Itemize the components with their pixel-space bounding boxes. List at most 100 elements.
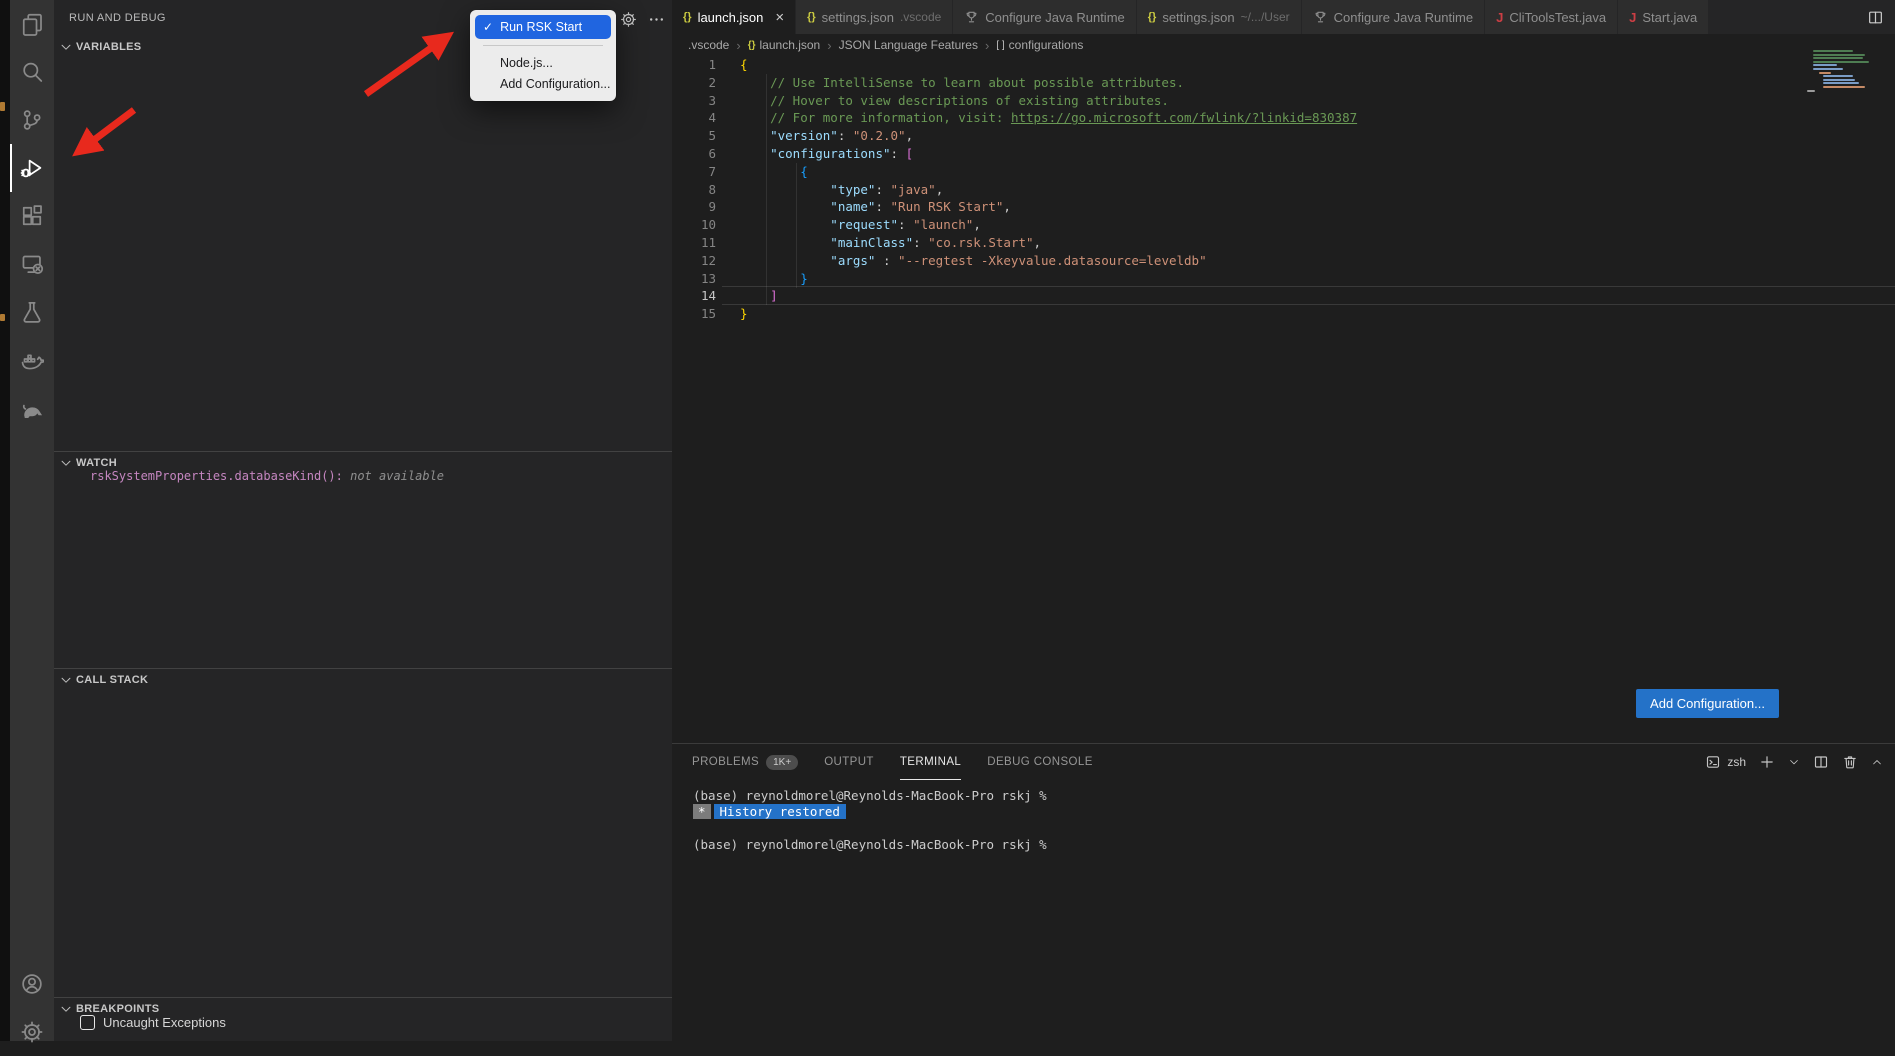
run-and-debug-sidebar: RUN AND DEBUG VARIABLES WATCH rskSystemP…: [54, 0, 672, 1041]
line-number: 6: [672, 145, 716, 163]
minimap-line: [1823, 75, 1853, 77]
panel-tab-debug-console[interactable]: DEBUG CONSOLE: [987, 744, 1093, 780]
maximize-panel-icon[interactable]: [1871, 756, 1883, 768]
terminal-star-badge: *: [693, 804, 711, 819]
breadcrumb: .vscode›{}launch.json›JSON Language Feat…: [672, 34, 1895, 56]
line-content: "type": "java",: [740, 181, 943, 199]
background-mark: [0, 102, 5, 111]
editor-tab-settings-json[interactable]: {}settings.json.vscode: [796, 0, 953, 34]
breadcrumb-item-launch-json[interactable]: {}launch.json: [748, 38, 821, 52]
editor-tab-clitoolstest-java[interactable]: JCliToolsTest.java: [1485, 0, 1618, 34]
editor-tab-configure-java-runtime[interactable]: Configure Java Runtime: [1302, 0, 1485, 34]
tab-label: Configure Java Runtime: [1334, 10, 1473, 25]
code-line-14: 14 ]: [672, 287, 1895, 305]
code-line-4: 4 // For more information, visit: https:…: [672, 109, 1895, 127]
editor-group: {}launch.json×{}settings.json.vscodeConf…: [672, 0, 1895, 743]
code-line-1: 1{: [672, 56, 1895, 74]
watch-value: not available: [350, 469, 444, 483]
json-file-icon: {}: [748, 40, 756, 51]
line-number: 5: [672, 127, 716, 145]
close-icon[interactable]: ×: [775, 10, 784, 25]
chevron-down-icon: [59, 456, 73, 470]
editor-tab-launch-json[interactable]: {}launch.json×: [672, 0, 796, 34]
gear-icon[interactable]: [620, 11, 637, 28]
editor-tab-configure-java-runtime[interactable]: Configure Java Runtime: [953, 0, 1136, 34]
breakpoint-row: Uncaught Exceptions: [80, 1015, 226, 1030]
panel-tab-bar: PROBLEMS 1K+ OUTPUT TERMINAL DEBUG CONSOLE: [692, 744, 1093, 780]
code-line-8: 8 "type": "java",: [672, 181, 1895, 199]
panel-tab-problems[interactable]: PROBLEMS 1K+: [692, 744, 798, 780]
code-line-15: 15}: [672, 305, 1895, 323]
problems-count-badge: 1K+: [766, 755, 798, 770]
more-actions-icon[interactable]: [648, 11, 665, 28]
activity-bar-item-accounts[interactable]: [10, 960, 54, 1008]
breadcrumb-label: configurations: [1009, 38, 1084, 52]
uncaught-exceptions-checkbox[interactable]: [80, 1015, 95, 1030]
code-line-13: 13 }: [672, 270, 1895, 288]
run-configuration-menu: ✓ Run RSK Start Node.js... Add Configura…: [470, 10, 616, 101]
code-editor[interactable]: 1{2 // Use IntelliSense to learn about p…: [672, 56, 1895, 323]
menu-item-nodejs[interactable]: Node.js...: [470, 52, 616, 73]
activity-bar-item-testing[interactable]: [10, 288, 54, 336]
panel-tab-terminal[interactable]: TERMINAL: [900, 744, 961, 780]
code-lines: 1{2 // Use IntelliSense to learn about p…: [672, 56, 1895, 323]
activity-bar-item-settings[interactable]: [10, 1008, 54, 1056]
watch-expression-row[interactable]: rskSystemProperties.databaseKind(): not …: [90, 469, 444, 483]
debug-icon: [20, 156, 44, 180]
editor-tab-settings-json[interactable]: {}settings.json~/.../User: [1137, 0, 1302, 34]
background-mark: [0, 314, 5, 321]
panel-tab-label: PROBLEMS: [692, 756, 759, 768]
line-content: "name": "Run RSK Start",: [740, 198, 1011, 216]
breadcrumb-label: .vscode: [688, 38, 729, 52]
code-line-12: 12 "args" : "--regtest -Xkeyvalue.dataso…: [672, 252, 1895, 270]
split-terminal-icon[interactable]: [1813, 754, 1829, 770]
terminal-dropdown-chevron-icon[interactable]: [1788, 756, 1800, 768]
tab-label: settings.json: [1162, 10, 1234, 25]
minimap-line: [1813, 64, 1837, 66]
line-content: "configurations": [: [740, 145, 913, 163]
line-number: 14: [672, 287, 716, 305]
add-configuration-button[interactable]: Add Configuration...: [1636, 689, 1779, 718]
breadcrumb-item--vscode[interactable]: .vscode: [688, 38, 729, 52]
section-header-call-stack[interactable]: CALL STACK: [54, 669, 672, 691]
split-editor-button[interactable]: [1855, 0, 1895, 34]
breadcrumb-item-json-language-features[interactable]: JSON Language Features: [839, 38, 978, 52]
extensions-icon: [20, 204, 44, 228]
activity-bar-item-run-and-debug[interactable]: [10, 144, 54, 192]
kill-terminal-icon[interactable]: [1842, 754, 1858, 770]
breadcrumb-item-configurations[interactable]: [ ]configurations: [996, 38, 1083, 52]
split-editor-icon: [1867, 9, 1884, 26]
activity-bar-bottom-items: [10, 960, 54, 1056]
line-number: 15: [672, 305, 716, 323]
section-label: CALL STACK: [76, 674, 148, 686]
json-file-icon: {}: [683, 11, 692, 23]
account-icon: [20, 972, 44, 996]
activity-bar-item-explorer[interactable]: [10, 0, 54, 48]
new-terminal-icon[interactable]: [1759, 754, 1775, 770]
java-file-icon: J: [1496, 10, 1503, 25]
line-content: // For more information, visit: https://…: [740, 109, 1357, 127]
tab-suffix: .vscode: [900, 10, 941, 24]
line-number: 1: [672, 56, 716, 74]
minimap[interactable]: [1803, 50, 1869, 93]
tab-suffix: ~/.../User: [1241, 10, 1290, 24]
panel-tab-output[interactable]: OUTPUT: [824, 744, 874, 780]
terminal-shell-selector[interactable]: zsh: [1705, 754, 1746, 770]
background-window-strip: [0, 0, 10, 1041]
line-number: 3: [672, 92, 716, 110]
menu-item-run-rsk-start[interactable]: ✓ Run RSK Start: [475, 15, 611, 39]
activity-bar-item-gradle[interactable]: [10, 384, 54, 432]
terminal-output[interactable]: (base) reynoldmorel@Reynolds-MacBook-Pro…: [693, 788, 1047, 853]
editor-tab-start-java[interactable]: JStart.java: [1618, 0, 1709, 34]
menu-item-label: Run RSK Start: [500, 20, 582, 34]
beaker-icon: [20, 300, 44, 324]
activity-bar-item-docker[interactable]: [10, 336, 54, 384]
menu-item-add-configuration[interactable]: Add Configuration...: [470, 73, 616, 94]
shell-label: zsh: [1727, 755, 1746, 769]
line-number: 12: [672, 252, 716, 270]
minimap-line: [1823, 82, 1859, 84]
activity-bar-item-search[interactable]: [10, 48, 54, 96]
activity-bar-item-source-control[interactable]: [10, 96, 54, 144]
activity-bar-item-remote-explorer[interactable]: [10, 240, 54, 288]
activity-bar-item-extensions[interactable]: [10, 192, 54, 240]
